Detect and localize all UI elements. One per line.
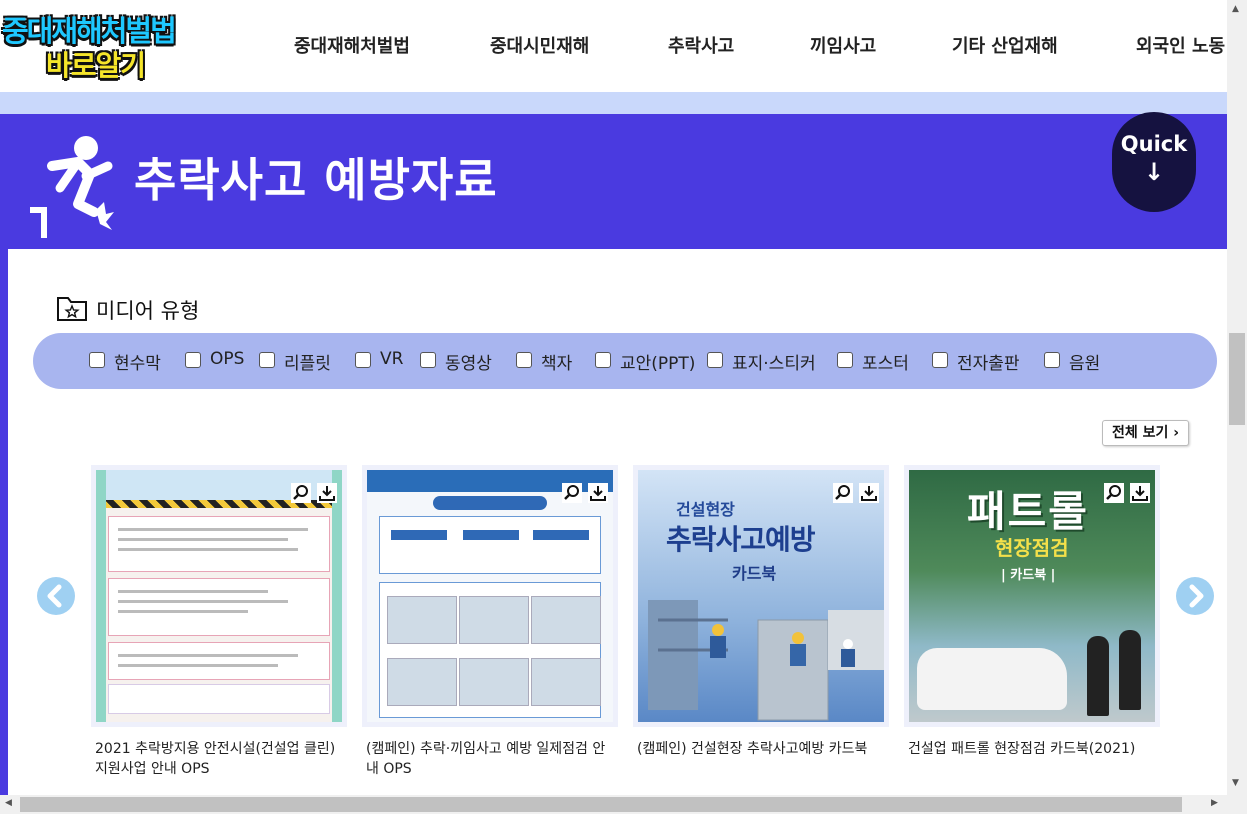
media-type-title: 미디어 유형 [96, 299, 200, 323]
thumbnail-text: 현장점검 [995, 536, 1069, 560]
scroll-up-icon[interactable]: ▲ [1232, 4, 1239, 14]
filter-label: 전자출판 [957, 354, 1020, 374]
magnifier-icon [564, 485, 579, 500]
scroll-left-icon[interactable]: ◀ [5, 798, 12, 808]
person-figure [1119, 630, 1141, 710]
filter-checkbox[interactable] [595, 352, 611, 368]
falling-person-icon [30, 136, 114, 238]
filter-label: 포스터 [862, 354, 909, 374]
chevron-right-icon [1189, 584, 1204, 608]
thumbnail-text: 건설현장 [676, 500, 735, 519]
view-all-button[interactable]: 전체 보기 › [1102, 420, 1189, 446]
download-icon [861, 486, 877, 501]
thumbnail-image [96, 470, 342, 722]
filter-label: OPS [210, 349, 245, 369]
thumbnail-image [367, 470, 613, 722]
zoom-button[interactable] [562, 483, 582, 503]
filter-checkbox[interactable] [420, 352, 436, 368]
horizontal-scroll-thumb[interactable] [20, 797, 1182, 812]
card-title[interactable]: (캠페인) 추락·끼임사고 예방 일제점검 안내 OPS [366, 739, 618, 779]
page: 중대재해처벌법 바로알기 중대재해처벌법 중대시민재해 추락사고 끼임사고 기타… [0, 0, 1247, 814]
site-header: 중대재해처벌법 바로알기 중대재해처벌법 중대시민재해 추락사고 끼임사고 기타… [0, 0, 1227, 92]
main-nav: 중대재해처벌법 중대시민재해 추락사고 끼임사고 기타 산업재해 외국인 노동 [0, 32, 1227, 60]
zoom-button[interactable] [1104, 483, 1124, 503]
filter-label: 동영상 [445, 354, 492, 374]
filter-label: 교안(PPT) [620, 354, 696, 374]
magnifier-icon [835, 485, 850, 500]
hero-side-border [0, 249, 8, 795]
filter-label: 표지·스티커 [732, 354, 816, 374]
card-title[interactable]: (캠페인) 건설현장 추락사고예방 카드북 [637, 739, 889, 759]
filter-checkbox[interactable] [707, 352, 723, 368]
folder-star-icon [57, 297, 87, 321]
filter-checkbox[interactable] [89, 352, 105, 368]
filter-checkbox[interactable] [185, 352, 201, 368]
download-icon [590, 486, 606, 501]
magnifier-icon [1106, 485, 1121, 500]
sub-nav-bar [0, 92, 1227, 114]
filter-label: VR [380, 349, 404, 369]
card-thumbnail[interactable] [91, 465, 347, 727]
quick-menu-button[interactable]: Quick ↓ [1112, 112, 1196, 212]
chevron-left-icon [47, 584, 62, 608]
filter-label: 음원 [1069, 354, 1101, 374]
card-thumbnail[interactable] [362, 465, 618, 727]
download-button[interactable] [1130, 483, 1150, 503]
vertical-scroll-thumb[interactable] [1229, 333, 1245, 425]
nav-item-civil-disaster[interactable]: 중대시민재해 [490, 32, 589, 58]
nav-item-fall-accident[interactable]: 추락사고 [668, 32, 734, 58]
card-thumbnail[interactable]: 건설현장 추락사고예방 카드북 [633, 465, 889, 727]
download-button[interactable] [859, 483, 879, 503]
filter-label: 리플릿 [284, 354, 331, 374]
thumbnail-text: | 카드북 | [1001, 568, 1056, 583]
car-image [917, 648, 1067, 710]
thumbnail-text: 카드북 [732, 564, 777, 583]
download-icon [1132, 486, 1148, 501]
scroll-down-icon[interactable]: ▼ [1232, 778, 1239, 788]
nav-item-other-industrial[interactable]: 기타 산업재해 [952, 32, 1058, 58]
thumbnail-text: 추락사고예방 [666, 523, 816, 556]
nav-item-foreign-worker[interactable]: 외국인 노동 [1136, 32, 1225, 58]
download-icon [319, 486, 335, 501]
person-figure [1087, 636, 1109, 716]
card-title[interactable]: 2021 추락방지용 안전시설(건설업 클린) 지원사업 안내 OPS [95, 739, 347, 779]
filter-checkbox[interactable] [355, 352, 371, 368]
vertical-scrollbar[interactable]: ▲ ▼ [1227, 0, 1247, 795]
filter-label: 책자 [541, 354, 573, 374]
zoom-button[interactable] [833, 483, 853, 503]
filter-checkbox[interactable] [837, 352, 853, 368]
hero-banner: 추락사고 예방자료 [0, 114, 1227, 249]
zoom-button[interactable] [291, 483, 311, 503]
thumbnail-image: 패트롤 현장점검 | 카드북 | [909, 470, 1155, 722]
card-title[interactable]: 건설업 패트롤 현장점검 카드북(2021) [908, 739, 1160, 759]
filter-label: 현수막 [114, 354, 161, 374]
page-title: 추락사고 예방자료 [134, 153, 498, 207]
filter-checkbox[interactable] [932, 352, 948, 368]
nav-item-caught-accident[interactable]: 끼임사고 [810, 32, 876, 58]
download-button[interactable] [588, 483, 608, 503]
thumbnail-image: 건설현장 추락사고예방 카드북 [638, 470, 884, 722]
media-filter-bar: 현수막 OPS 리플릿 VR 동영상 책자 교안(PPT) 표지·스티커 포스터… [33, 333, 1217, 389]
download-button[interactable] [317, 483, 337, 503]
thumbnail-text: 패트롤 [967, 487, 1089, 536]
scrollbar-corner [1227, 795, 1247, 814]
card-thumbnail[interactable]: 패트롤 현장점검 | 카드북 | [904, 465, 1160, 727]
scroll-right-icon[interactable]: ▶ [1211, 798, 1218, 808]
filter-checkbox[interactable] [516, 352, 532, 368]
nav-item-serious-accident-law[interactable]: 중대재해처벌법 [294, 32, 410, 58]
carousel-prev-button[interactable] [37, 577, 75, 615]
magnifier-icon [293, 485, 308, 500]
filter-checkbox[interactable] [259, 352, 275, 368]
horizontal-scrollbar[interactable]: ◀ ▶ [0, 795, 1227, 814]
carousel-next-button[interactable] [1176, 577, 1214, 615]
arrow-down-icon: ↓ [1143, 158, 1165, 186]
quick-label: Quick [1120, 132, 1188, 156]
filter-checkbox[interactable] [1044, 352, 1060, 368]
construction-scene-icon [648, 600, 884, 721]
